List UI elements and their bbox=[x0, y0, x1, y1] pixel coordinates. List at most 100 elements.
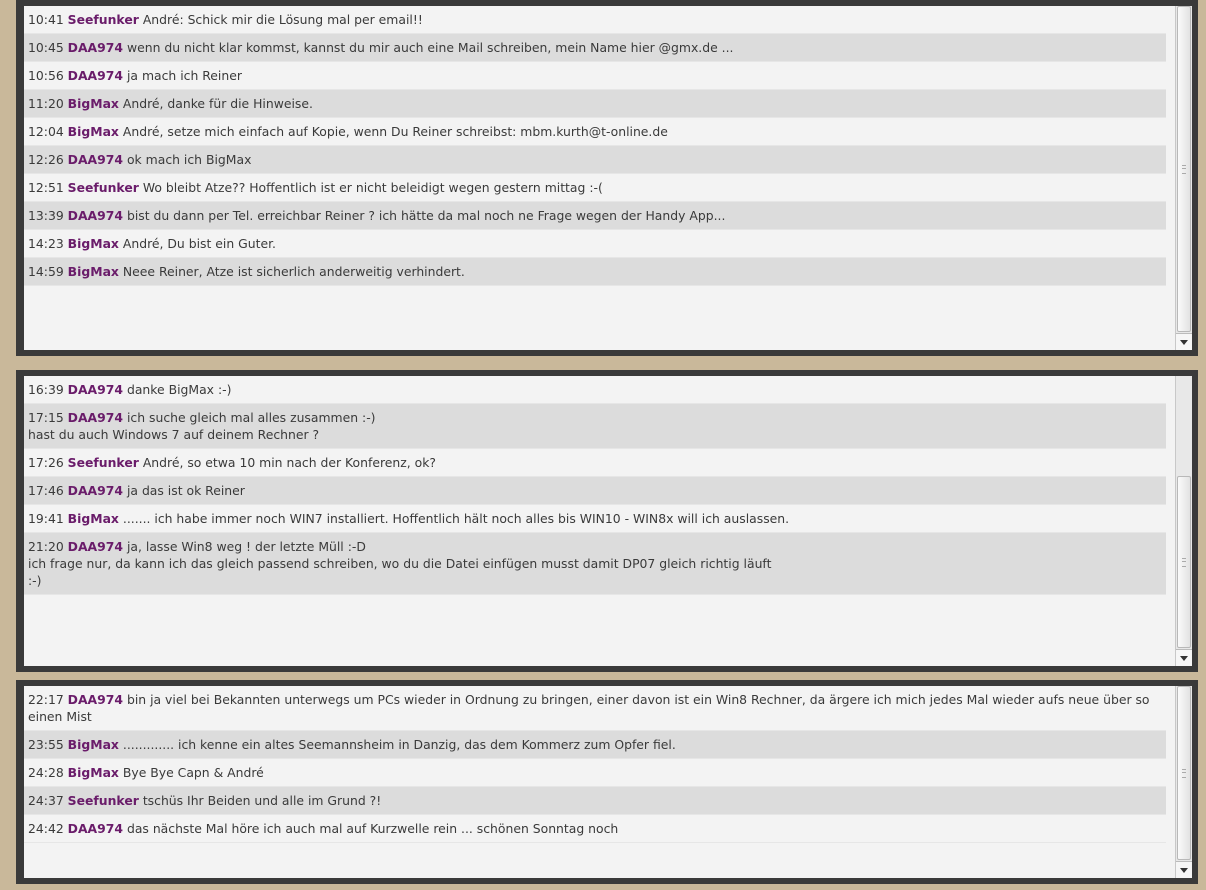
vertical-scrollbar[interactable] bbox=[1175, 376, 1192, 666]
chat-message: 24:37 Seefunker tschüs Ihr Beiden und al… bbox=[24, 787, 1166, 815]
message-username[interactable]: Seefunker bbox=[68, 455, 139, 470]
message-text: wenn du nicht klar kommst, kannst du mir… bbox=[126, 40, 734, 55]
chat-panel-2: 16:39 DAA974 danke BigMax :-) 17:15 DAA97… bbox=[16, 370, 1198, 672]
vertical-scrollbar[interactable] bbox=[1175, 686, 1192, 878]
scroll-down-arrow-icon[interactable] bbox=[1176, 333, 1192, 350]
message-time: 24:42 bbox=[28, 821, 64, 836]
message-username[interactable]: BigMax bbox=[68, 737, 119, 752]
scrollbar-thumb[interactable] bbox=[1177, 6, 1191, 332]
message-text: ok mach ich BigMax bbox=[126, 152, 252, 167]
message-text: André, danke für die Hinweise. bbox=[122, 96, 313, 111]
message-time: 21:20 bbox=[28, 539, 64, 554]
chat-viewport-3[interactable]: 22:17 DAA974 bin ja viel bei Bekannten u… bbox=[24, 686, 1192, 878]
scroll-down-arrow-icon[interactable] bbox=[1176, 861, 1192, 878]
message-text: ja mach ich Reiner bbox=[126, 68, 242, 83]
message-text: ja, lasse Win8 weg ! der letzte Müll :-D… bbox=[28, 539, 772, 588]
message-username[interactable]: BigMax bbox=[68, 236, 119, 251]
chat-message: 17:46 DAA974 ja das ist ok Reiner bbox=[24, 477, 1166, 505]
message-username[interactable]: DAA974 bbox=[68, 692, 123, 707]
chat-message: 17:15 DAA974 ich suche gleich mal alles … bbox=[24, 404, 1166, 449]
scrollbar-thumb[interactable] bbox=[1177, 686, 1191, 860]
chat-message: 17:26 Seefunker André, so etwa 10 min na… bbox=[24, 449, 1166, 477]
chat-message: 10:56 DAA974 ja mach ich Reiner bbox=[24, 62, 1166, 90]
chat-message: 12:51 Seefunker Wo bleibt Atze?? Hoffent… bbox=[24, 174, 1166, 202]
message-username[interactable]: DAA974 bbox=[68, 382, 123, 397]
message-time: 10:41 bbox=[28, 12, 64, 27]
message-text: ....... ich habe immer noch WIN7 install… bbox=[122, 511, 790, 526]
message-username[interactable]: BigMax bbox=[68, 264, 119, 279]
message-text: tschüs Ihr Beiden und alle im Grund ?! bbox=[142, 793, 382, 808]
message-list: 22:17 DAA974 bin ja viel bei Bekannten u… bbox=[24, 686, 1166, 843]
message-username[interactable]: BigMax bbox=[68, 96, 119, 111]
grip-icon bbox=[1182, 165, 1186, 174]
message-username[interactable]: BigMax bbox=[68, 124, 119, 139]
message-time: 12:04 bbox=[28, 124, 64, 139]
chat-panel-3: 22:17 DAA974 bin ja viel bei Bekannten u… bbox=[16, 680, 1198, 884]
message-text: André, Du bist ein Guter. bbox=[122, 236, 276, 251]
message-text: ............. ich kenne ein altes Seeman… bbox=[122, 737, 676, 752]
message-username[interactable]: Seefunker bbox=[68, 180, 139, 195]
message-username[interactable]: BigMax bbox=[68, 511, 119, 526]
chat-viewport-2[interactable]: 16:39 DAA974 danke BigMax :-) 17:15 DAA97… bbox=[24, 376, 1192, 666]
chat-message: 22:17 DAA974 bin ja viel bei Bekannten u… bbox=[24, 686, 1166, 731]
message-text: danke BigMax :-) bbox=[126, 382, 232, 397]
message-list: 16:39 DAA974 danke BigMax :-) 17:15 DAA97… bbox=[24, 376, 1166, 595]
chat-viewport-1[interactable]: 10:41 Seefunker André: Schick mir die Lö… bbox=[24, 6, 1192, 350]
message-time: 17:26 bbox=[28, 455, 64, 470]
message-time: 14:59 bbox=[28, 264, 64, 279]
grip-icon bbox=[1182, 558, 1186, 567]
message-time: 11:20 bbox=[28, 96, 64, 111]
chat-message: 21:20 DAA974 ja, lasse Win8 weg ! der le… bbox=[24, 533, 1166, 595]
chat-message: 11:20 BigMax André, danke für die Hinwei… bbox=[24, 90, 1166, 118]
vertical-scrollbar[interactable] bbox=[1175, 6, 1192, 350]
message-time: 12:26 bbox=[28, 152, 64, 167]
message-username[interactable]: Seefunker bbox=[68, 12, 139, 27]
message-list: 10:41 Seefunker André: Schick mir die Lö… bbox=[24, 6, 1166, 286]
message-text: Wo bleibt Atze?? Hoffentlich ist er nich… bbox=[142, 180, 603, 195]
chat-message: 14:23 BigMax André, Du bist ein Guter. bbox=[24, 230, 1166, 258]
message-time: 19:41 bbox=[28, 511, 64, 526]
message-time: 12:51 bbox=[28, 180, 64, 195]
message-time: 17:15 bbox=[28, 410, 64, 425]
message-time: 16:39 bbox=[28, 382, 64, 397]
message-username[interactable]: DAA974 bbox=[68, 68, 123, 83]
chat-message: 10:45 DAA974 wenn du nicht klar kommst, … bbox=[24, 34, 1166, 62]
chat-message: 16:39 DAA974 danke BigMax :-) bbox=[24, 376, 1166, 404]
chat-message: 10:41 Seefunker André: Schick mir die Lö… bbox=[24, 6, 1166, 34]
message-time: 24:37 bbox=[28, 793, 64, 808]
chat-message: 13:39 DAA974 bist du dann per Tel. errei… bbox=[24, 202, 1166, 230]
message-username[interactable]: DAA974 bbox=[68, 208, 123, 223]
message-time: 22:17 bbox=[28, 692, 64, 707]
message-username[interactable]: Seefunker bbox=[68, 793, 139, 808]
message-time: 14:23 bbox=[28, 236, 64, 251]
chat-message: 24:28 BigMax Bye Bye Capn & André bbox=[24, 759, 1166, 787]
message-time: 17:46 bbox=[28, 483, 64, 498]
chat-message: 24:42 DAA974 das nächste Mal höre ich au… bbox=[24, 815, 1166, 843]
message-username[interactable]: DAA974 bbox=[68, 483, 123, 498]
chat-message: 19:41 BigMax ....... ich habe immer noch… bbox=[24, 505, 1166, 533]
message-text: das nächste Mal höre ich auch mal auf Ku… bbox=[126, 821, 619, 836]
message-text: André, setze mich einfach auf Kopie, wen… bbox=[122, 124, 668, 139]
message-text: Neee Reiner, Atze ist sicherlich anderwe… bbox=[122, 264, 465, 279]
message-username[interactable]: DAA974 bbox=[68, 152, 123, 167]
message-username[interactable]: DAA974 bbox=[68, 821, 123, 836]
message-text: ja das ist ok Reiner bbox=[126, 483, 245, 498]
scroll-down-arrow-icon[interactable] bbox=[1176, 649, 1192, 666]
scrollbar-thumb[interactable] bbox=[1177, 476, 1191, 648]
chat-message: 14:59 BigMax Neee Reiner, Atze ist siche… bbox=[24, 258, 1166, 286]
message-text: bin ja viel bei Bekannten unterwegs um P… bbox=[28, 692, 1154, 724]
message-time: 24:28 bbox=[28, 765, 64, 780]
grip-icon bbox=[1182, 769, 1186, 778]
message-username[interactable]: DAA974 bbox=[68, 539, 123, 554]
message-username[interactable]: DAA974 bbox=[68, 40, 123, 55]
chat-message: 12:26 DAA974 ok mach ich BigMax bbox=[24, 146, 1166, 174]
message-username[interactable]: DAA974 bbox=[68, 410, 123, 425]
message-time: 10:45 bbox=[28, 40, 64, 55]
message-time: 13:39 bbox=[28, 208, 64, 223]
message-time: 10:56 bbox=[28, 68, 64, 83]
chat-message: 12:04 BigMax André, setze mich einfach a… bbox=[24, 118, 1166, 146]
message-text: André, so etwa 10 min nach der Konferenz… bbox=[142, 455, 436, 470]
message-text: André: Schick mir die Lösung mal per ema… bbox=[142, 12, 423, 27]
message-username[interactable]: BigMax bbox=[68, 765, 119, 780]
message-time: 23:55 bbox=[28, 737, 64, 752]
